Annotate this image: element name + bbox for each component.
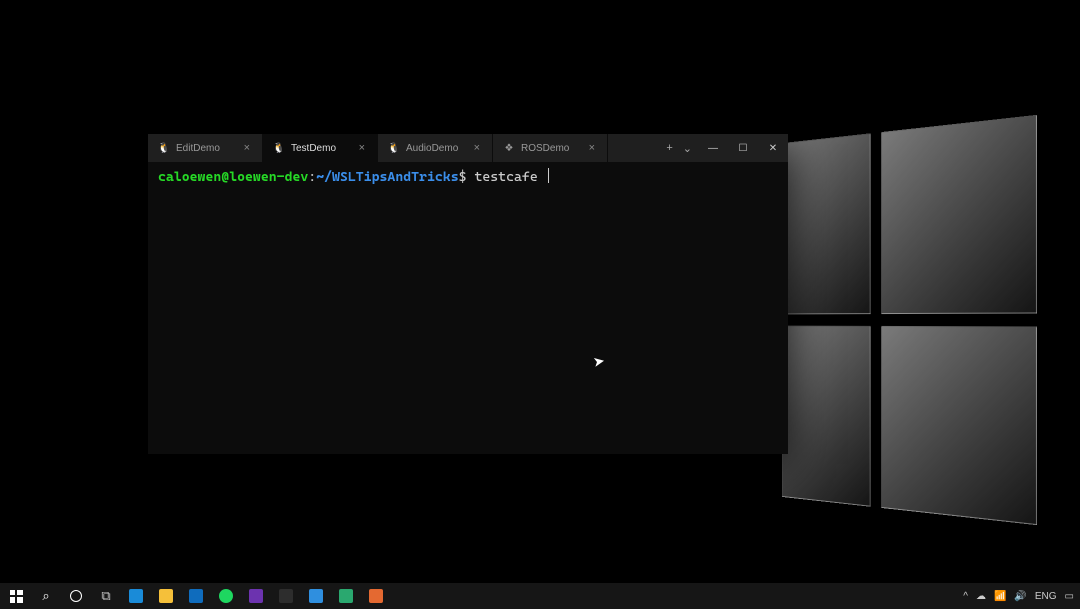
cortana-icon[interactable] [66,586,86,606]
prompt-user-host: caloewen@loewen-dev [158,169,308,185]
tab-close-icon[interactable]: × [242,142,252,154]
task-view-icon[interactable]: ⧉ [96,586,116,606]
windows-wallpaper [760,130,1040,510]
vscode-icon[interactable] [306,586,326,606]
tab-close-icon[interactable]: × [357,142,367,154]
window-controls: — ☐ ✕ [698,134,788,162]
prompt-path: ~/WSLTipsAndTricks [316,169,458,185]
taskbar-tray: ^ ☁ 📶 🔊 ENG ▭ [963,583,1074,609]
tux-icon: 🐧 [158,142,170,154]
prompt-command: testcafe [474,169,545,185]
app1-icon[interactable] [336,586,356,606]
terminal-tab-testdemo[interactable]: 🐧 TestDemo × [263,134,378,162]
windows-icon: ❖ [503,142,515,154]
tab-label: EditDemo [176,143,236,154]
tab-dropdown-button[interactable]: ⌄ [683,142,692,155]
terminal-tab-rosdemo[interactable]: ❖ ROSDemo × [493,134,608,162]
start-button[interactable] [6,586,26,606]
search-icon[interactable]: ⌕ [36,586,56,606]
terminal-tab-audiodemo[interactable]: 🐧 AudioDemo × [378,134,493,162]
tray-cloud-icon[interactable]: ☁ [976,591,986,602]
vs-icon[interactable] [246,586,266,606]
terminal-icon[interactable] [276,586,296,606]
tab-label: AudioDemo [406,143,466,154]
minimize-button[interactable]: — [698,134,728,162]
windows-terminal-window: 🐧 EditDemo × 🐧 TestDemo × 🐧 AudioDemo × ❖ ROSDemo ×… [148,134,788,454]
tray-wifi-icon[interactable]: 📶 [994,591,1006,602]
terminal-body[interactable]: caloewen@loewen-dev:~/WSLTipsAndTricks$ … [148,162,788,454]
spotify-icon[interactable] [216,586,236,606]
tab-label: TestDemo [291,143,351,154]
tux-icon: 🐧 [273,142,285,154]
tab-close-icon[interactable]: × [472,142,482,154]
edge-icon[interactable] [126,586,146,606]
prompt-symbol: $ [459,169,467,185]
terminal-tab-editdemo[interactable]: 🐧 EditDemo × [148,134,263,162]
app2-icon[interactable] [366,586,386,606]
terminal-cursor [548,168,550,183]
terminal-tabs: 🐧 EditDemo × 🐧 TestDemo × 🐧 AudioDemo × ❖ ROSDemo × [148,134,660,162]
tray-notifications-icon[interactable]: ▭ [1065,591,1074,602]
close-button[interactable]: ✕ [758,134,788,162]
outlook-icon[interactable] [186,586,206,606]
terminal-titlebar[interactable]: 🐧 EditDemo × 🐧 TestDemo × 🐧 AudioDemo × ❖ ROSDemo ×… [148,134,788,162]
tab-close-icon[interactable]: × [587,142,597,154]
tab-actions: + ⌄ [660,134,698,162]
tab-label: ROSDemo [521,143,581,154]
tray-volume-icon[interactable]: 🔊 [1014,591,1026,602]
windows-taskbar: ⌕⧉ ^ ☁ 📶 🔊 ENG ▭ [0,583,1080,609]
taskbar-left: ⌕⧉ [6,583,386,609]
maximize-button[interactable]: ☐ [728,134,758,162]
tray-chevron-icon[interactable]: ^ [963,591,968,602]
tray-lang[interactable]: ENG [1035,591,1057,602]
tux-icon: 🐧 [388,142,400,154]
explorer-icon[interactable] [156,586,176,606]
new-tab-button[interactable]: + [666,142,672,154]
